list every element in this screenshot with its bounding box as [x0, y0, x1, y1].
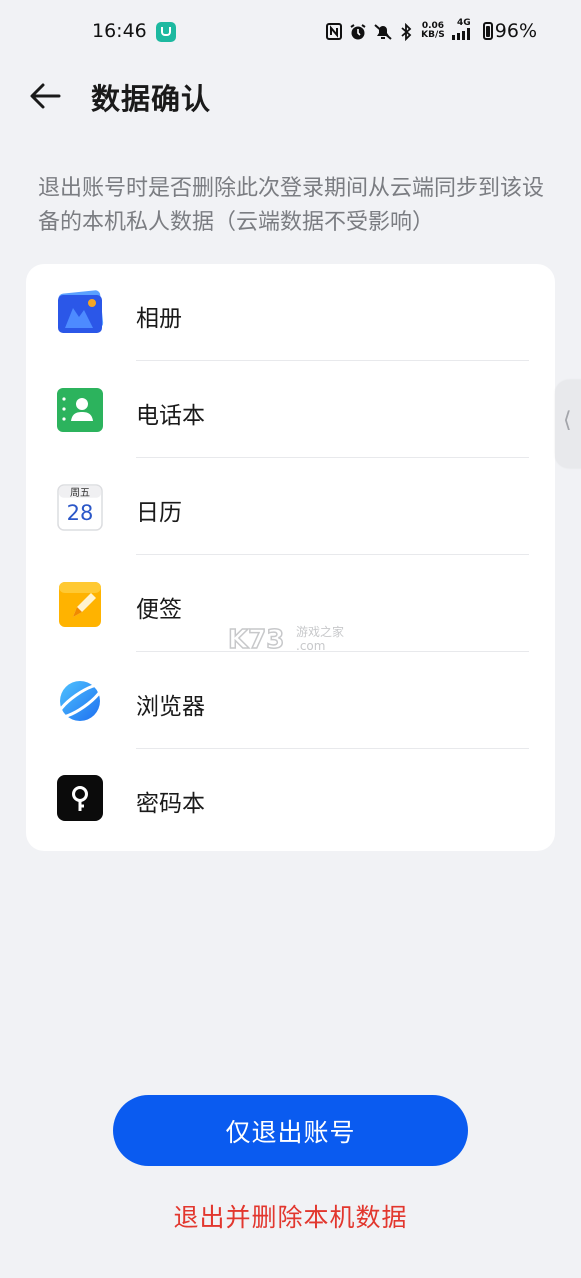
browser-icon — [55, 676, 105, 726]
network-type: 4G — [456, 18, 471, 28]
list-item-label: 便签 — [136, 597, 182, 623]
battery-icon — [482, 22, 493, 40]
signal-indicator: 4G — [451, 18, 476, 43]
status-time: 16:46 — [92, 20, 147, 42]
watermark-domain: .com — [296, 639, 325, 653]
battery-status: 96% — [482, 20, 537, 42]
bluetooth-icon — [397, 22, 414, 41]
watermark-main: K73 — [228, 625, 284, 655]
calendar-icon: 周五 28 — [55, 482, 105, 532]
list-item-label: 浏览器 — [136, 694, 205, 720]
network-speed: 0.06 KB/S — [421, 22, 445, 40]
battery-level: 96% — [494, 20, 537, 42]
network-speed-unit: KB/S — [421, 30, 445, 40]
list-item-gallery: 相册 — [26, 264, 555, 361]
back-arrow-icon[interactable] — [28, 80, 62, 112]
list-item-label: 电话本 — [136, 403, 205, 429]
mute-icon — [373, 23, 392, 40]
status-bar: 16:46 0.06 KB/S 4G 96% — [0, 0, 581, 64]
description-text: 退出账号时是否删除此次登录期间从云端同步到该设备的本机私人数据（云端数据不受影响… — [38, 176, 545, 235]
list-item-label: 密码本 — [136, 791, 205, 817]
watermark-logo: K73 游戏之家 .com — [227, 622, 358, 660]
list-item-contacts: 电话本 — [26, 361, 555, 458]
app-notification-icon — [156, 22, 176, 42]
gallery-icon — [55, 288, 105, 338]
chevron-left-icon: ⟨ — [563, 408, 572, 433]
data-items-card: 相册 电话本 周五 28 日历 便签 浏览器 密码本 — [26, 264, 555, 851]
password-vault-icon — [55, 773, 105, 823]
contacts-icon — [55, 385, 105, 435]
logout-and-delete-button[interactable]: 退出并删除本机数据 — [0, 1198, 581, 1234]
list-item-calendar: 周五 28 日历 — [26, 458, 555, 555]
side-panel-handle[interactable]: ⟨ — [555, 380, 581, 468]
nfc-icon — [325, 22, 342, 40]
notes-icon — [55, 579, 105, 629]
logout-only-button[interactable]: 仅退出账号 — [113, 1095, 468, 1166]
status-indicators: 0.06 KB/S 4G 96% — [325, 19, 537, 43]
signal-bars-icon — [451, 28, 470, 40]
watermark-cn: 游戏之家 — [296, 624, 344, 639]
page-title: 数据确认 — [91, 82, 212, 116]
list-item-browser: 浏览器 — [26, 652, 555, 749]
alarm-icon — [349, 23, 366, 40]
calendar-icon-day: 周五 — [70, 487, 90, 499]
list-item-password-vault: 密码本 — [26, 749, 555, 846]
list-item-label: 相册 — [136, 306, 182, 332]
list-item-label: 日历 — [136, 500, 182, 526]
calendar-icon-date: 28 — [67, 501, 94, 525]
